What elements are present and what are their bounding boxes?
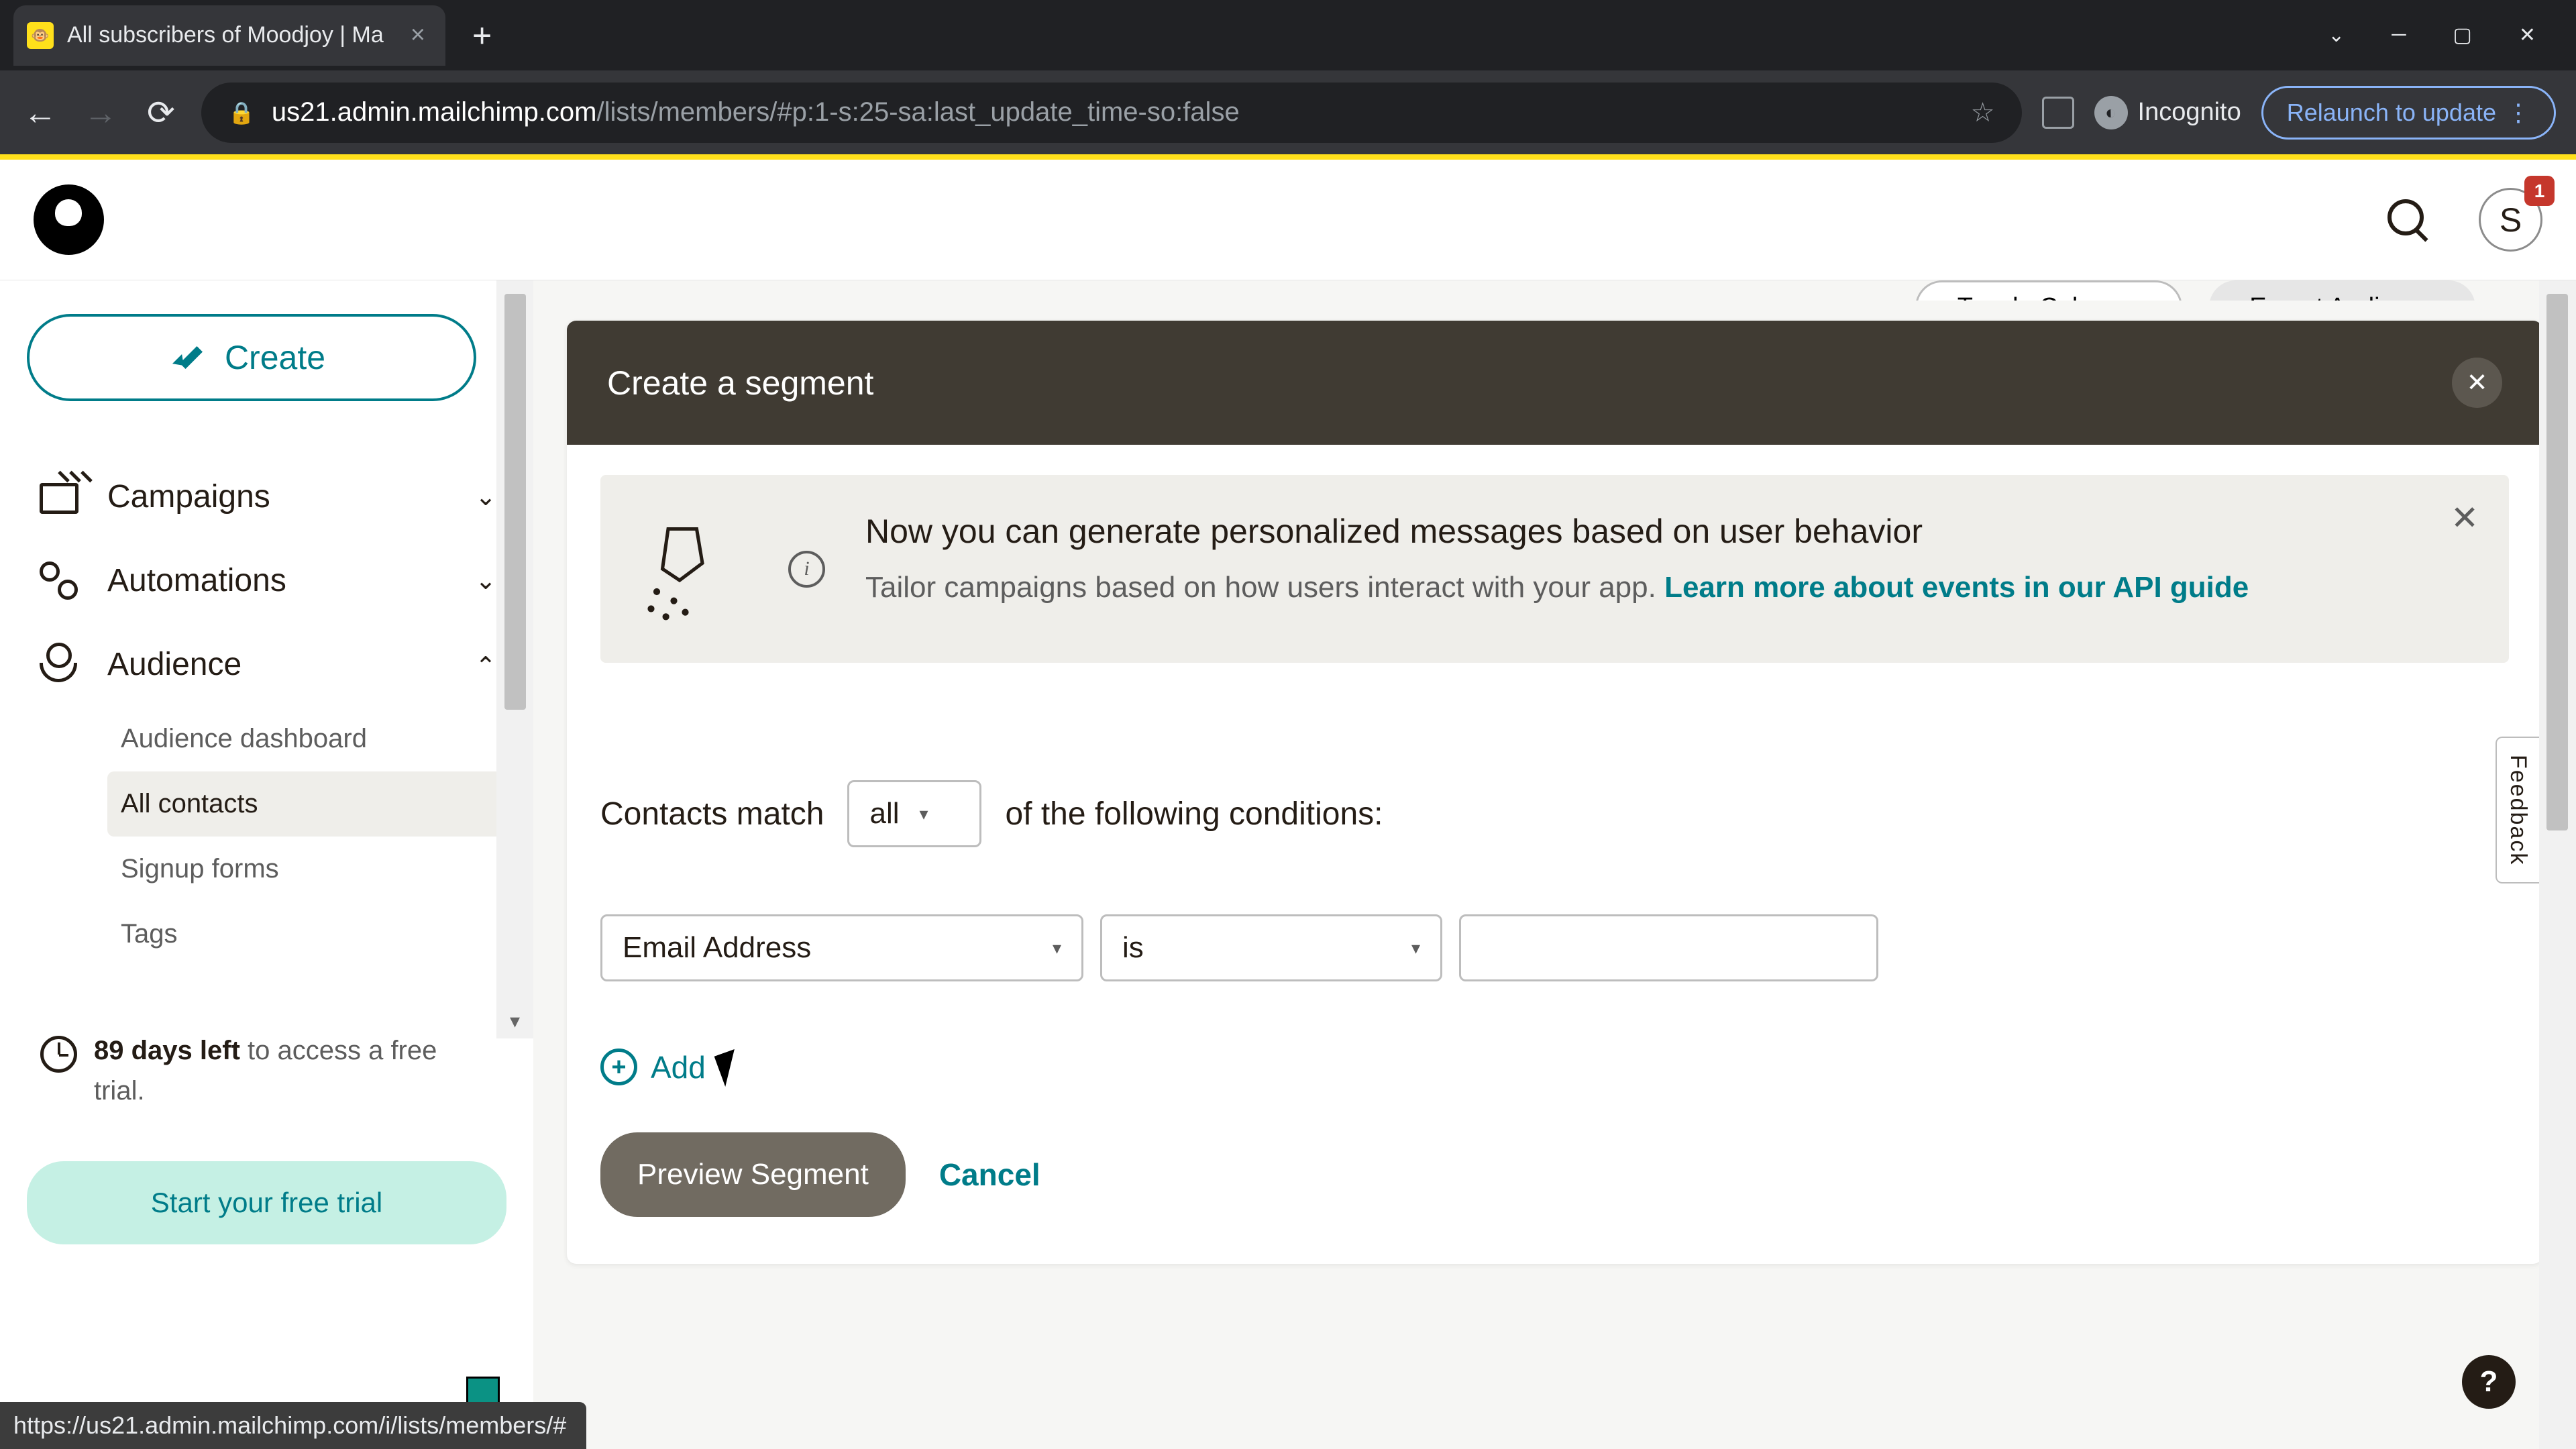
main-content: Toggle Columns Export Audience Create a …: [533, 280, 2576, 1449]
mailchimp-logo[interactable]: [34, 184, 104, 255]
nav-automations[interactable]: Automations ⌄: [20, 539, 513, 623]
chevron-down-icon: ▾: [920, 804, 928, 824]
match-row: Contacts match all ▾ of the following co…: [600, 780, 2509, 847]
forward-button: →: [80, 93, 121, 132]
reload-button[interactable]: ⟳: [141, 93, 181, 132]
nav-all-contacts[interactable]: All contacts: [107, 771, 513, 837]
close-tab-icon[interactable]: ×: [411, 21, 425, 50]
notification-badge: 1: [2524, 176, 2555, 206]
incognito-badge[interactable]: ◐ Incognito: [2094, 96, 2241, 129]
condition-field-select[interactable]: Email Address ▾: [600, 914, 1083, 981]
url-text: us21.admin.mailchimp.com/lists/members/#…: [272, 97, 1954, 127]
info-banner: i Now you can generate personalized mess…: [600, 475, 2509, 663]
relaunch-button[interactable]: Relaunch to update ⋮: [2261, 86, 2556, 140]
incognito-icon: ◐: [2094, 96, 2128, 129]
banner-body: Tailor campaigns based on how users inte…: [865, 571, 1664, 604]
clock-icon: [40, 1036, 77, 1073]
accent-bar: [0, 154, 2576, 160]
chevron-down-icon: ⌄: [475, 566, 496, 596]
start-trial-button[interactable]: Start your free trial: [27, 1161, 506, 1244]
close-window-icon[interactable]: ✕: [2519, 23, 2536, 47]
mailchimp-favicon: 🐵: [27, 22, 54, 49]
condition-value-input[interactable]: [1459, 914, 1878, 981]
feedback-tab[interactable]: Feedback: [2496, 737, 2539, 883]
window-controls: ⌄ ─ ▢ ✕: [2328, 23, 2576, 47]
toggle-columns-button[interactable]: Toggle Columns: [1915, 280, 2182, 301]
status-bar: https://us21.admin.mailchimp.com/i/lists…: [0, 1402, 586, 1449]
nav-audience-dashboard[interactable]: Audience dashboard: [107, 706, 513, 771]
app-header: S 1: [0, 160, 2576, 280]
panel-header: Create a segment ✕: [567, 321, 2542, 445]
lock-icon[interactable]: 🔒: [228, 100, 255, 125]
create-button[interactable]: Create: [27, 314, 476, 401]
new-tab-button[interactable]: +: [472, 16, 492, 55]
close-banner-icon[interactable]: ✕: [2451, 498, 2479, 537]
account-avatar[interactable]: S 1: [2479, 188, 2542, 252]
help-button[interactable]: ?: [2462, 1355, 2516, 1409]
tab-title: All subscribers of Moodjoy | Ma: [67, 22, 384, 48]
close-panel-icon[interactable]: ✕: [2452, 358, 2502, 408]
browser-url-bar: ← → ⟳ 🔒 us21.admin.mailchimp.com/lists/m…: [0, 70, 2576, 154]
browser-tab-bar: 🐵 All subscribers of Moodjoy | Ma × + ⌄ …: [0, 0, 2576, 70]
info-icon: i: [788, 551, 825, 588]
more-icon: ⋮: [2506, 99, 2530, 127]
nav-tags[interactable]: Tags: [107, 902, 513, 967]
pencil-icon: [178, 343, 208, 373]
browser-tab[interactable]: 🐵 All subscribers of Moodjoy | Ma ×: [13, 5, 445, 66]
chevron-down-icon: ▾: [1411, 938, 1420, 959]
bookmark-star-icon[interactable]: ☆: [1971, 97, 1995, 128]
create-segment-panel: Create a segment ✕ i Now you can: [567, 321, 2542, 1264]
match-type-select[interactable]: all ▾: [847, 780, 981, 847]
condition-row: Email Address ▾ is ▾: [600, 914, 2509, 981]
mouse-cursor: [719, 1052, 743, 1082]
sidebar-scrollbar[interactable]: ▾: [496, 280, 533, 1038]
plus-circle-icon: +: [600, 1049, 637, 1085]
back-button[interactable]: ←: [20, 93, 60, 132]
content-scrollbar[interactable]: [2539, 280, 2576, 1449]
chevron-down-icon: ▾: [1053, 938, 1061, 959]
preview-segment-button[interactable]: Preview Segment: [600, 1132, 906, 1217]
trial-notice: 89 days left to access a free trial.: [20, 1007, 513, 1134]
sidebar: ▾ Create Campaigns ⌄ Automations ⌄ Audie…: [0, 280, 533, 1449]
add-condition-link[interactable]: + Add: [600, 1049, 2509, 1085]
banner-title: Now you can generate personalized messag…: [865, 512, 2249, 551]
scroll-down-arrow[interactable]: ▾: [510, 1010, 520, 1033]
nav-audience[interactable]: Audience ⌄: [20, 623, 513, 706]
seed-hand-illustration: [634, 512, 748, 626]
minimize-icon[interactable]: ─: [2392, 23, 2406, 47]
chevron-up-icon: ⌄: [475, 649, 496, 680]
nav-campaigns[interactable]: Campaigns ⌄: [20, 455, 513, 539]
audience-icon: [37, 643, 80, 686]
scrollbar-thumb[interactable]: [2546, 294, 2568, 830]
panel-title: Create a segment: [607, 364, 873, 402]
cancel-button[interactable]: Cancel: [939, 1157, 1040, 1193]
url-field[interactable]: 🔒 us21.admin.mailchimp.com/lists/members…: [201, 83, 2022, 143]
condition-operator-select[interactable]: is ▾: [1100, 914, 1442, 981]
automations-icon: [37, 559, 80, 602]
chevron-down-icon: ⌄: [475, 482, 496, 512]
campaigns-icon: [37, 475, 80, 519]
maximize-icon[interactable]: ▢: [2453, 23, 2472, 47]
nav-signup-forms[interactable]: Signup forms: [107, 837, 513, 902]
dropdown-tabs-icon[interactable]: ⌄: [2328, 23, 2345, 47]
extensions-icon[interactable]: [2042, 97, 2074, 129]
banner-link[interactable]: Learn more about events in our API guide: [1664, 571, 2249, 604]
scrollbar-thumb[interactable]: [504, 294, 526, 710]
search-icon[interactable]: [2385, 197, 2432, 244]
export-audience-button[interactable]: Export Audience: [2209, 280, 2475, 301]
